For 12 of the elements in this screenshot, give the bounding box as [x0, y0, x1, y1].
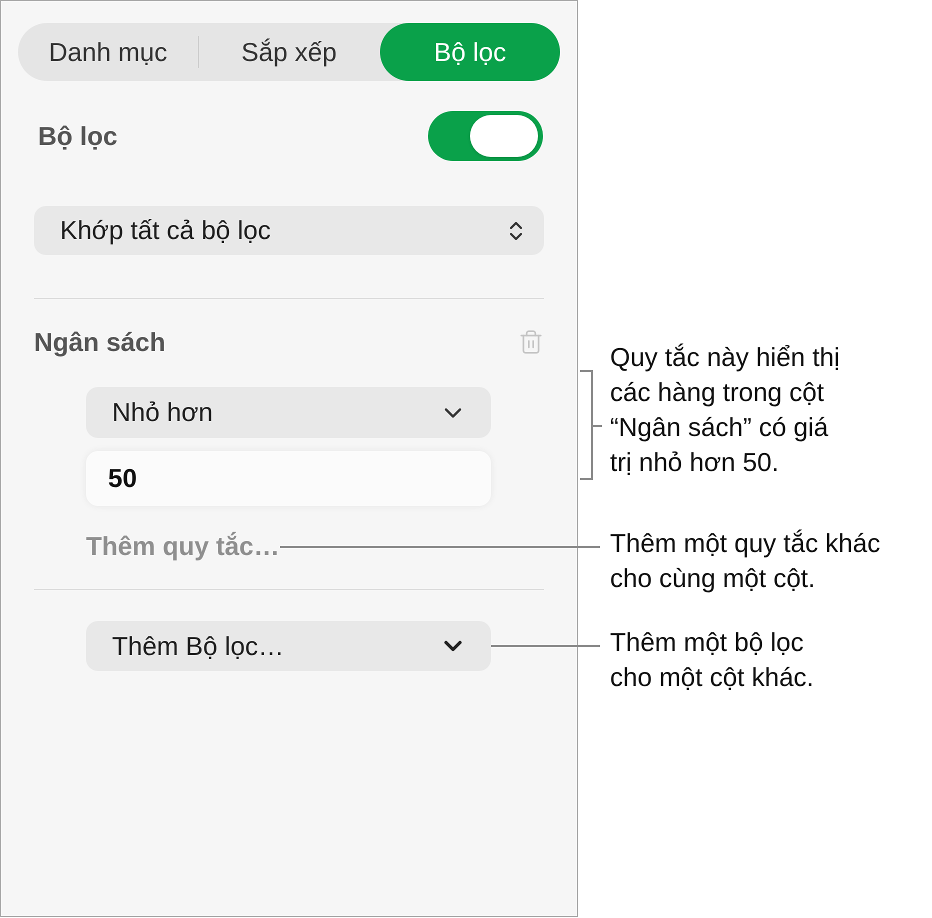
match-dropdown[interactable]: Khớp tất cả bộ lọc: [34, 206, 544, 255]
callout-text: Thêm một quy tắc khác cho cùng một cột.: [610, 527, 880, 595]
switch-label: Bộ lọc: [38, 120, 118, 152]
condition-dropdown[interactable]: Nhỏ hơn: [86, 387, 491, 438]
add-filter-dropdown[interactable]: Thêm Bộ lọc…: [86, 621, 491, 671]
toggle-switch[interactable]: [428, 111, 543, 161]
column-name: Ngân sách: [34, 326, 166, 358]
tab[interactable]: Sắp xếp: [199, 23, 379, 81]
tab[interactable]: Danh mục: [18, 23, 198, 81]
callout-text: Quy tắc này hiển thị các hàng trong cột “Ngân sách” có giá trị nhỏ hơn 50.: [610, 341, 840, 479]
callout-text: Thêm một bộ lọc cho một cột khác.: [610, 626, 814, 694]
value-field[interactable]: 50: [86, 451, 491, 506]
